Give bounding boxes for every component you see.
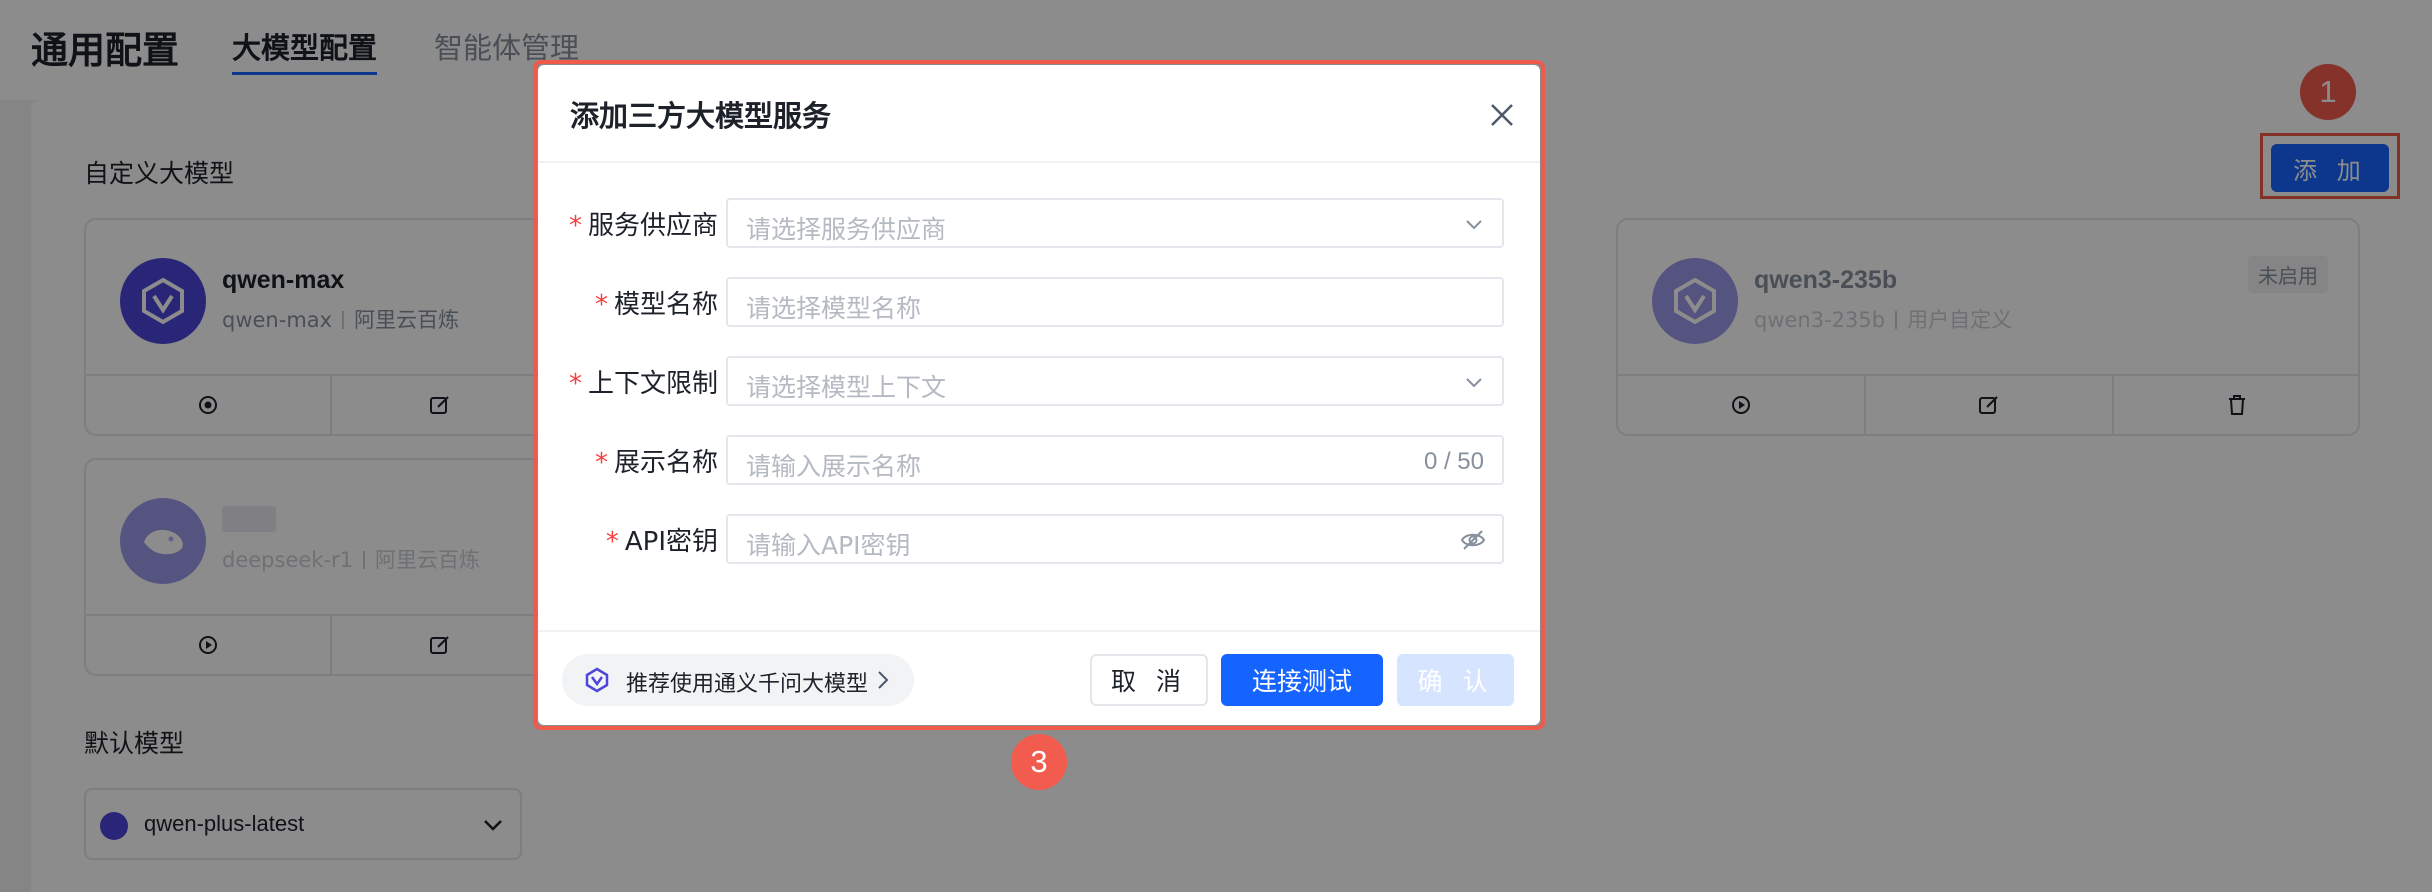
- chevron-down-icon: [1466, 220, 1482, 230]
- model-name-label: * 模型名称: [538, 284, 718, 321]
- char-counter: 0 / 50: [1423, 448, 1484, 475]
- cancel-button[interactable]: 取 消: [1090, 654, 1208, 706]
- confirm-button[interactable]: 确 认: [1397, 654, 1514, 706]
- required-mark: *: [594, 290, 608, 320]
- context-limit-label-text: 上下文限制: [587, 369, 718, 399]
- provider-label-text: 服务供应商: [587, 211, 718, 241]
- display-name-input[interactable]: 请输入展示名称 0 / 50: [726, 435, 1504, 485]
- api-key-input[interactable]: 请输入API密钥: [726, 514, 1504, 564]
- footer-divider: [538, 630, 1540, 632]
- chevron-down-icon: [1466, 378, 1482, 388]
- chevron-right-icon: [878, 671, 889, 689]
- annotation-badge-3: 3: [1011, 734, 1067, 790]
- model-name-placeholder: 请选择模型名称: [746, 294, 922, 323]
- provider-select[interactable]: 请选择服务供应商: [726, 198, 1504, 248]
- display-name-placeholder: 请输入展示名称: [746, 452, 922, 481]
- required-mark: *: [594, 448, 608, 478]
- context-limit-select[interactable]: 请选择模型上下文: [726, 356, 1504, 406]
- close-icon: [1491, 104, 1513, 126]
- context-limit-label: * 上下文限制: [538, 363, 718, 400]
- api-key-label-text: API密钥: [624, 527, 718, 557]
- connection-test-button[interactable]: 连接测试: [1221, 654, 1383, 706]
- eye-off-icon: [1460, 530, 1486, 550]
- display-name-label: * 展示名称: [538, 442, 718, 479]
- header-divider: [538, 161, 1540, 163]
- recommend-text: 推荐使用通义千问大模型: [626, 672, 869, 697]
- context-limit-placeholder: 请选择模型上下文: [746, 373, 947, 402]
- required-mark: *: [568, 369, 582, 399]
- model-name-input[interactable]: 请选择模型名称: [726, 277, 1504, 327]
- provider-label: * 服务供应商: [538, 205, 718, 242]
- dialog-title: 添加三方大模型服务: [570, 99, 832, 133]
- api-key-label: * API密钥: [538, 521, 718, 558]
- model-name-label-text: 模型名称: [613, 290, 718, 320]
- close-button[interactable]: [1482, 95, 1522, 135]
- required-mark: *: [568, 211, 582, 241]
- required-mark: *: [605, 527, 619, 557]
- display-name-label-text: 展示名称: [613, 448, 718, 478]
- recommend-qwen-link[interactable]: 推荐使用通义千问大模型: [562, 654, 914, 706]
- toggle-visibility-button[interactable]: [1460, 528, 1486, 552]
- qwen-logo-icon: [585, 667, 609, 693]
- add-model-dialog: 添加三方大模型服务 * 服务供应商 请选择服务供应商 * 模型名称 请选择模型名称 …: [538, 65, 1540, 725]
- provider-placeholder: 请选择服务供应商: [746, 215, 947, 244]
- api-key-placeholder: 请输入API密钥: [746, 531, 911, 560]
